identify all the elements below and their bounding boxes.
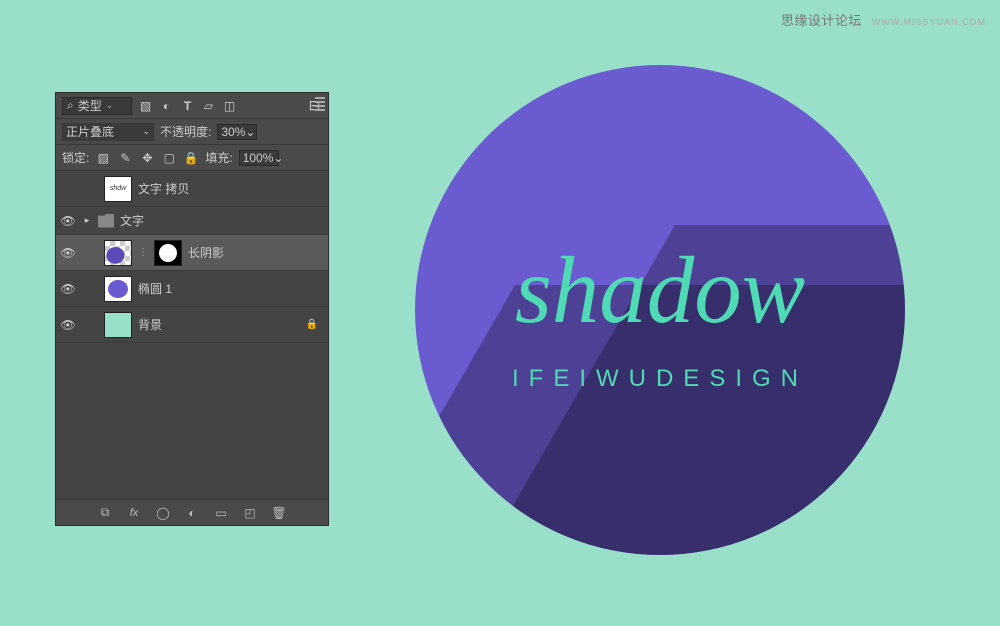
- opacity-input[interactable]: 30% ⌄: [217, 124, 257, 140]
- chevron-down-icon: ⌄: [245, 125, 255, 139]
- layer-thumbnail[interactable]: [104, 312, 132, 338]
- artwork-subtitle: IFEIWUDESIGN: [415, 365, 905, 393]
- layer-thumbnail[interactable]: shdw: [104, 176, 132, 202]
- layer-name[interactable]: 背景: [138, 316, 300, 333]
- artwork-circle: shadow IFEIWUDESIGN: [415, 65, 905, 555]
- opacity-value: 30%: [221, 125, 245, 139]
- lock-row: 锁定: ▨ ✎ ✥ ▢ 🔒 填充: 100% ⌄: [56, 145, 328, 171]
- layers-panel: ⌕ 类型 ⌄ ▧ ◐ T ▱ ◫ ⊟ 正片叠底 ⌄ 不透明度: 30% ⌄ 锁定…: [55, 92, 329, 526]
- artwork-title: shadow: [415, 235, 905, 345]
- filter-shape-icon[interactable]: ▱: [201, 98, 216, 113]
- layer-name[interactable]: 文字 拷贝: [138, 180, 324, 197]
- lock-artboard-icon[interactable]: ▢: [161, 150, 177, 165]
- lock-icon: 🔒: [306, 319, 318, 330]
- layer-row[interactable]: 👁 椭圆 1: [56, 271, 328, 307]
- folder-icon: [98, 214, 114, 228]
- new-layer-icon[interactable]: ◰: [243, 505, 258, 520]
- lock-label: 锁定:: [62, 149, 89, 166]
- blend-mode-value: 正片叠底: [66, 123, 114, 140]
- visibility-toggle[interactable]: 👁: [60, 282, 76, 296]
- add-mask-icon[interactable]: ◯: [156, 505, 171, 520]
- layer-mask-thumbnail[interactable]: [154, 240, 182, 266]
- search-icon: ⌕: [67, 98, 74, 113]
- filter-text-icon[interactable]: T: [180, 98, 195, 113]
- layer-row[interactable]: shdw 文字 拷贝: [56, 171, 328, 207]
- layer-row[interactable]: 👁 背景 🔒: [56, 307, 328, 343]
- watermark-sub: WWW.MISSYUAN.COM: [872, 17, 986, 27]
- blend-mode-dropdown[interactable]: 正片叠底 ⌄: [62, 123, 154, 141]
- lock-all-icon[interactable]: 🔒: [183, 150, 199, 165]
- watermark-main: 思缘设计论坛: [781, 13, 862, 28]
- fx-icon[interactable]: fx: [127, 505, 142, 520]
- filter-type-dropdown[interactable]: ⌕ 类型 ⌄: [62, 97, 132, 115]
- panel-menu-icon[interactable]: [315, 97, 325, 107]
- layer-thumbnail[interactable]: [104, 276, 132, 302]
- layers-list: shdw 文字 拷贝 👁 ▸ 文字 👁 ⋮ 长阴影 👁 椭圆 1 👁: [56, 171, 328, 499]
- layer-name[interactable]: 椭圆 1: [138, 280, 324, 297]
- visibility-toggle[interactable]: 👁: [60, 214, 76, 228]
- filter-smart-icon[interactable]: ◫: [222, 98, 237, 113]
- chevron-down-icon: ⌄: [106, 100, 114, 111]
- group-collapse-icon[interactable]: ▸: [82, 215, 92, 226]
- link-layers-icon[interactable]: ⧉: [98, 505, 113, 520]
- filter-pixel-icon[interactable]: ▧: [138, 98, 153, 113]
- layer-name[interactable]: 文字: [120, 212, 324, 229]
- fill-label: 填充:: [205, 149, 232, 166]
- adjustment-layer-icon[interactable]: ◐: [185, 505, 200, 520]
- filter-adjust-icon[interactable]: ◐: [159, 98, 174, 113]
- fill-input[interactable]: 100% ⌄: [239, 150, 279, 166]
- visibility-toggle[interactable]: 👁: [60, 246, 76, 260]
- panel-bottom-bar: ⧉ fx ◯ ◐ ▭ ◰ 🗑: [56, 499, 328, 525]
- new-group-icon[interactable]: ▭: [214, 505, 229, 520]
- visibility-toggle[interactable]: 👁: [60, 318, 76, 332]
- lock-position-icon[interactable]: ✥: [139, 150, 155, 165]
- chevron-down-icon: ⌄: [273, 151, 283, 165]
- fill-value: 100%: [243, 151, 274, 165]
- opacity-label: 不透明度:: [160, 123, 211, 140]
- layer-name[interactable]: 长阴影: [188, 244, 324, 261]
- delete-layer-icon[interactable]: 🗑: [272, 505, 287, 520]
- layer-row[interactable]: 👁 ⋮ 长阴影: [56, 235, 328, 271]
- filter-row: ⌕ 类型 ⌄ ▧ ◐ T ▱ ◫ ⊟: [56, 93, 328, 119]
- watermark: 思缘设计论坛 WWW.MISSYUAN.COM: [781, 10, 986, 29]
- lock-image-icon[interactable]: ✎: [117, 150, 133, 165]
- layer-thumbnail[interactable]: [104, 240, 132, 266]
- lock-transparent-icon[interactable]: ▨: [95, 150, 111, 165]
- filter-label: 类型: [78, 97, 102, 114]
- blend-row: 正片叠底 ⌄ 不透明度: 30% ⌄: [56, 119, 328, 145]
- link-mask-icon[interactable]: ⋮: [138, 247, 148, 258]
- chevron-down-icon: ⌄: [142, 126, 150, 137]
- layer-group-row[interactable]: 👁 ▸ 文字: [56, 207, 328, 235]
